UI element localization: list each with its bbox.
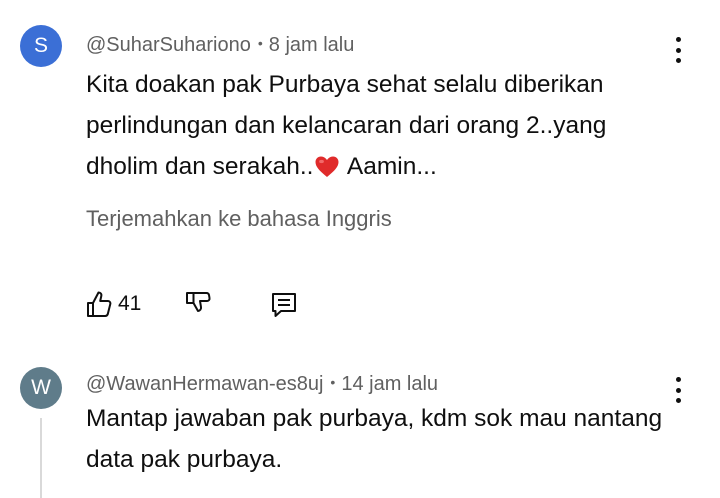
more-vert-icon[interactable] <box>668 37 688 63</box>
heart-emoji <box>315 156 339 177</box>
separator-dot: • <box>330 374 336 390</box>
more-vert-icon[interactable] <box>668 377 688 403</box>
comment-item: W @WawanHermawan-es8uj • 14 jam lalu Manta… <box>0 340 720 498</box>
comment-item: S @SuharSuhariono • 8 jam lalu Kita doakan… <box>0 0 720 340</box>
reply-button[interactable] <box>270 288 298 320</box>
avatar-letter: W <box>31 376 51 399</box>
comment-meta: @SuharSuhariono • 8 jam lalu <box>86 34 354 57</box>
dislike-button[interactable] <box>185 288 211 320</box>
translate-button[interactable]: Terjemahkan ke bahasa Inggris <box>86 206 392 232</box>
thumbs-up-icon <box>87 291 112 317</box>
like-count: 41 <box>118 292 142 315</box>
comment-text-part: Aamin... <box>341 153 437 180</box>
comment-author[interactable]: @SuharSuhariono <box>86 34 251 56</box>
comment-text: Mantap jawaban pak purbaya, kdm sok mau … <box>86 405 663 473</box>
comment-meta: @WawanHermawan-es8uj • 14 jam lalu <box>86 373 438 396</box>
thumbs-down-icon <box>186 292 211 312</box>
reply-icon <box>272 293 296 317</box>
avatar-letter: S <box>33 34 48 57</box>
comment-text: Kita doakan pak Purbaya sehat selalu dib… <box>86 64 671 187</box>
comment-time[interactable]: 8 jam lalu <box>269 34 355 56</box>
avatar[interactable]: S <box>20 25 62 67</box>
comment-author[interactable]: @WawanHermawan-es8uj <box>86 373 323 395</box>
comment-time[interactable]: 14 jam lalu <box>341 373 438 395</box>
thread-line <box>40 418 42 498</box>
separator-dot: • <box>257 35 263 51</box>
like-button[interactable]: 41 <box>86 288 141 320</box>
avatar[interactable]: W <box>20 367 62 409</box>
